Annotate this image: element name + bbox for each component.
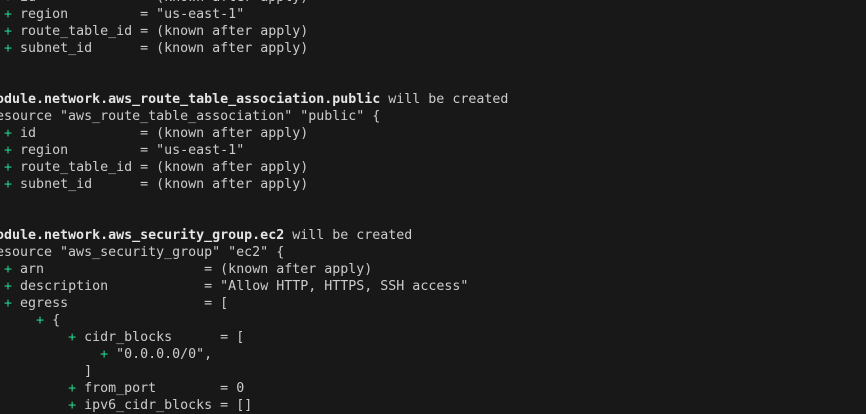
plus-marker: + <box>36 312 45 328</box>
terminal-line: module.network.aws_security_group.ec2 wi… <box>0 227 508 244</box>
line-text: from_port = 0 <box>84 380 245 396</box>
line-text: region = "us-east-1" <box>20 142 245 158</box>
plus-marker: + <box>4 6 13 22</box>
plus-marker: + <box>4 295 13 311</box>
plus-marker: + <box>4 176 13 192</box>
plus-marker: + <box>100 346 109 362</box>
terminal-output: + id = (known after apply) + region = "u… <box>0 0 508 414</box>
plus-marker: + <box>4 261 13 277</box>
terminal-line: + cidr_blocks = [ <box>0 329 508 346</box>
line-text: description = "Allow HTTP, HTTPS, SSH ac… <box>20 278 469 294</box>
line-text: "0.0.0.0/0", <box>116 346 213 362</box>
plus-marker: + <box>4 23 13 39</box>
line-text: will be created <box>284 227 413 243</box>
terminal-line: module.network.aws_route_table_associati… <box>0 91 508 108</box>
plus-marker: + <box>4 278 13 294</box>
line-text: cidr_blocks = [ <box>84 329 245 345</box>
line-text: egress = [ <box>20 295 229 311</box>
terminal-line: + ipv6_cidr_blocks = [] <box>0 397 508 414</box>
terminal-line: + subnet_id = (known after apply) <box>0 40 508 57</box>
terminal-line: + arn = (known after apply) <box>0 261 508 278</box>
terminal-line: + "0.0.0.0/0", <box>0 346 508 363</box>
terminal-line: + egress = [ <box>0 295 508 312</box>
line-text: subnet_id = (known after apply) <box>20 40 309 56</box>
terminal-line: + description = "Allow HTTP, HTTPS, SSH … <box>0 278 508 295</box>
line-text: will be created <box>380 91 509 107</box>
plus-marker: + <box>4 159 13 175</box>
plus-marker: + <box>4 142 13 158</box>
line-text: resource "aws_route_table_association" "… <box>0 108 381 124</box>
plus-marker: + <box>68 380 77 396</box>
terminal-line: + region = "us-east-1" <box>0 142 508 159</box>
line-text: ipv6_cidr_blocks = [] <box>84 397 253 413</box>
line-text: arn = (known after apply) <box>20 261 373 277</box>
terminal-line: + { <box>0 312 508 329</box>
line-text: id = (known after apply) <box>20 0 308 5</box>
line-text: { <box>52 312 61 328</box>
terminal-line: ] <box>0 363 508 380</box>
terminal-line: + route_table_id = (known after apply) <box>0 159 508 176</box>
terminal-line: + route_table_id = (known after apply) <box>0 23 508 40</box>
plus-marker: + <box>4 125 13 141</box>
terminal-line: resource "aws_route_table_association" "… <box>0 108 508 125</box>
line-text: route_table_id = (known after apply) <box>20 159 309 175</box>
plus-marker: + <box>4 40 13 56</box>
line-text: region = "us-east-1" <box>20 6 245 22</box>
terminal-line: + subnet_id = (known after apply) <box>0 176 508 193</box>
resource-address: module.network.aws_security_group.ec2 <box>0 227 285 243</box>
line-text: resource "aws_security_group" "ec2" { <box>0 244 285 260</box>
plus-marker: + <box>4 0 12 5</box>
line-text: ] <box>84 363 93 379</box>
plus-marker: + <box>68 329 77 345</box>
plus-marker: + <box>68 397 77 413</box>
terminal-line: + id = (known after apply) <box>0 125 508 142</box>
line-text: route_table_id = (known after apply) <box>20 23 309 39</box>
line-text: id = (known after apply) <box>20 125 309 141</box>
resource-address: module.network.aws_route_table_associati… <box>0 91 381 107</box>
line-text: subnet_id = (known after apply) <box>20 176 309 192</box>
terminal-line: + region = "us-east-1" <box>0 6 508 23</box>
terminal-line: resource "aws_security_group" "ec2" { <box>0 244 508 261</box>
terminal-line: + from_port = 0 <box>0 380 508 397</box>
